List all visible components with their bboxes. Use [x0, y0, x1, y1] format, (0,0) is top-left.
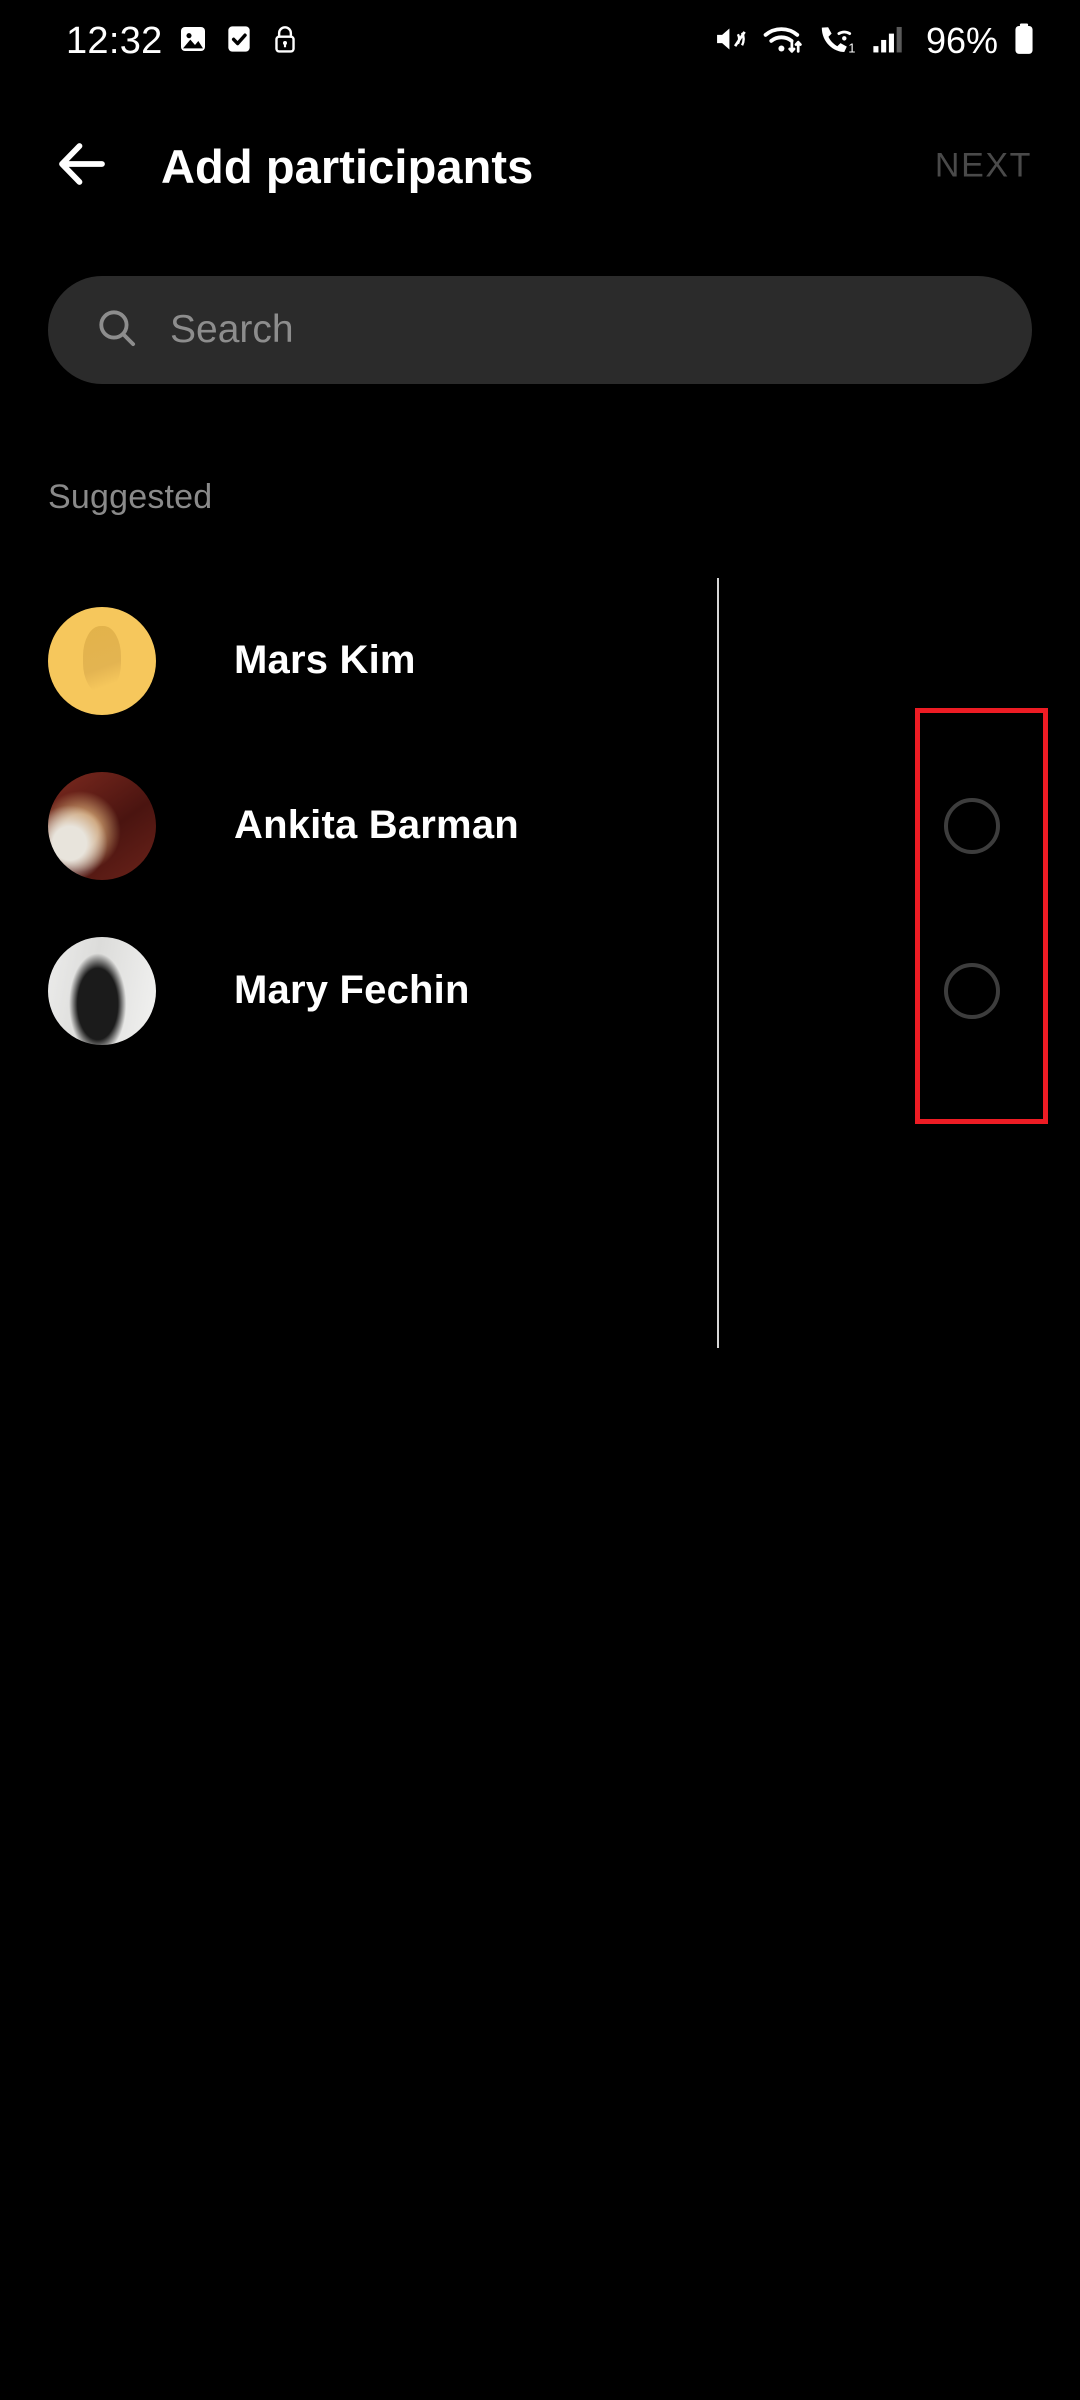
avatar	[48, 936, 156, 1045]
list-item[interactable]: Ankita Barman	[0, 743, 1080, 908]
search-bar[interactable]	[48, 276, 1032, 384]
page-title: Add participants	[161, 139, 534, 193]
wifi-icon	[762, 20, 804, 63]
lock-icon	[269, 23, 301, 60]
contact-name: Mars Kim	[234, 638, 416, 682]
vertical-divider	[717, 578, 719, 1348]
mute-vibrate-icon	[712, 20, 750, 63]
avatar	[48, 771, 156, 880]
status-bar-right: 1 96%	[712, 20, 1038, 63]
contact-name: Mary Fechin	[234, 968, 470, 1012]
select-contact-checkbox[interactable]	[944, 962, 1000, 1019]
back-arrow-icon	[52, 134, 112, 199]
image-icon	[177, 23, 209, 60]
select-contact-checkbox[interactable]	[944, 797, 1000, 854]
status-bar: 12:32 1 96%	[0, 0, 1080, 82]
cellular-signal-icon	[870, 20, 910, 63]
status-bar-left: 12:32	[66, 22, 301, 60]
call-signal-icon: 1	[816, 20, 858, 63]
list-item[interactable]: Mary Fechin	[0, 908, 1080, 1073]
list-item[interactable]: Mars Kim	[0, 578, 1080, 743]
suggested-contact-list: Mars Kim Ankita Barman Mary Fechin	[0, 578, 1080, 1073]
checkbox-icon	[223, 23, 255, 60]
battery-icon	[1010, 20, 1038, 63]
contact-name: Ankita Barman	[234, 803, 519, 847]
back-button[interactable]	[28, 112, 136, 220]
status-clock: 12:32	[66, 20, 163, 62]
search-input[interactable]	[170, 308, 986, 352]
avatar	[48, 606, 156, 715]
app-bar: Add participants NEXT	[0, 112, 1080, 220]
next-button[interactable]: NEXT	[935, 147, 1032, 186]
search-icon	[94, 305, 140, 356]
section-label-suggested: Suggested	[48, 478, 213, 516]
svg-text:1: 1	[848, 41, 855, 55]
battery-percent-label: 96%	[925, 20, 998, 61]
